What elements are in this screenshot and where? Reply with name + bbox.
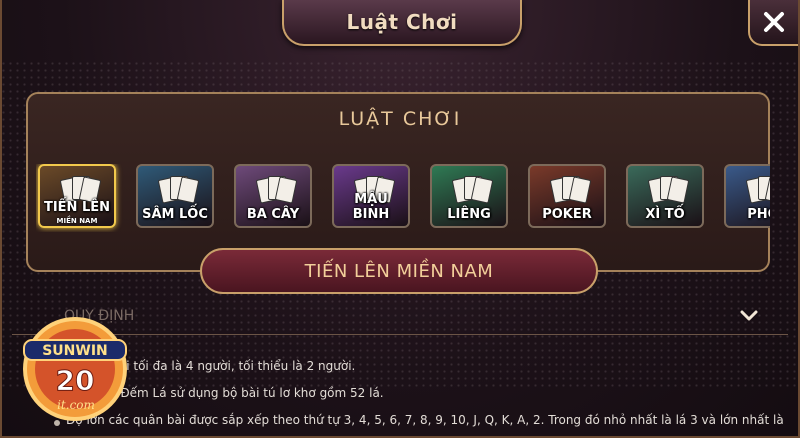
cards-icon bbox=[255, 176, 298, 204]
game-tile-label: SÂM LỐC bbox=[142, 207, 208, 222]
game-tile-label: XÌ TỐ bbox=[645, 207, 685, 222]
selected-game-title: TIẾN LÊN MIỀN NAM bbox=[304, 260, 494, 282]
cards-icon bbox=[59, 176, 102, 204]
cards-icon bbox=[745, 176, 770, 204]
selected-game-bar: TIẾN LÊN MIỀN NAM bbox=[200, 248, 598, 294]
rule-item: Độ lớn các quân bài được sắp xếp theo th… bbox=[66, 413, 784, 427]
game-tile-label: BA CÂY bbox=[246, 207, 300, 222]
game-tile-mau-binh[interactable]: MẬU BINH bbox=[332, 164, 410, 228]
game-tile-sublabel: MIỀN NAM bbox=[56, 217, 98, 225]
game-tile-label: LIÊNG bbox=[447, 207, 491, 222]
game-list[interactable]: TIẾN LÊN MIỀN NAM SÂM LỐC BA CÂY MẬU BIN… bbox=[36, 164, 770, 232]
cards-icon bbox=[157, 176, 200, 204]
game-tile-label: MẬU BINH bbox=[352, 192, 390, 222]
logo-domain: it.com bbox=[57, 398, 95, 412]
game-tile-label: PHỎ bbox=[747, 207, 770, 222]
panel-title: LUẬT CHƠI bbox=[338, 108, 462, 130]
close-icon bbox=[764, 12, 784, 32]
game-tile-label: POKER bbox=[542, 207, 592, 222]
logo-brand: SUNWIN bbox=[42, 343, 108, 359]
cards-icon bbox=[451, 176, 494, 204]
game-tile-xi-to[interactable]: XÌ TỐ bbox=[626, 164, 704, 228]
logo-number: 20 bbox=[56, 364, 95, 397]
game-tile-ba-cay[interactable]: BA CÂY bbox=[234, 164, 312, 228]
game-tile-poker[interactable]: POKER bbox=[528, 164, 606, 228]
game-tile-pho[interactable]: PHỎ bbox=[724, 164, 770, 228]
close-button[interactable] bbox=[748, 0, 798, 46]
cards-icon bbox=[549, 176, 592, 204]
chevron-down-icon[interactable] bbox=[740, 309, 758, 323]
game-tile-label: TIẾN LÊN bbox=[43, 200, 111, 215]
window-title: Luật Chơi bbox=[346, 10, 458, 34]
sunwin-logo: SUNWIN 20 it.com bbox=[23, 317, 127, 421]
cards-icon bbox=[647, 176, 690, 204]
game-tile-sam-loc[interactable]: SÂM LỐC bbox=[136, 164, 214, 228]
window-title-plate: Luật Chơi bbox=[282, 0, 522, 46]
game-tile-tien-len[interactable]: TIẾN LÊN MIỀN NAM bbox=[38, 164, 116, 228]
game-tile-lieng[interactable]: LIÊNG bbox=[430, 164, 508, 228]
